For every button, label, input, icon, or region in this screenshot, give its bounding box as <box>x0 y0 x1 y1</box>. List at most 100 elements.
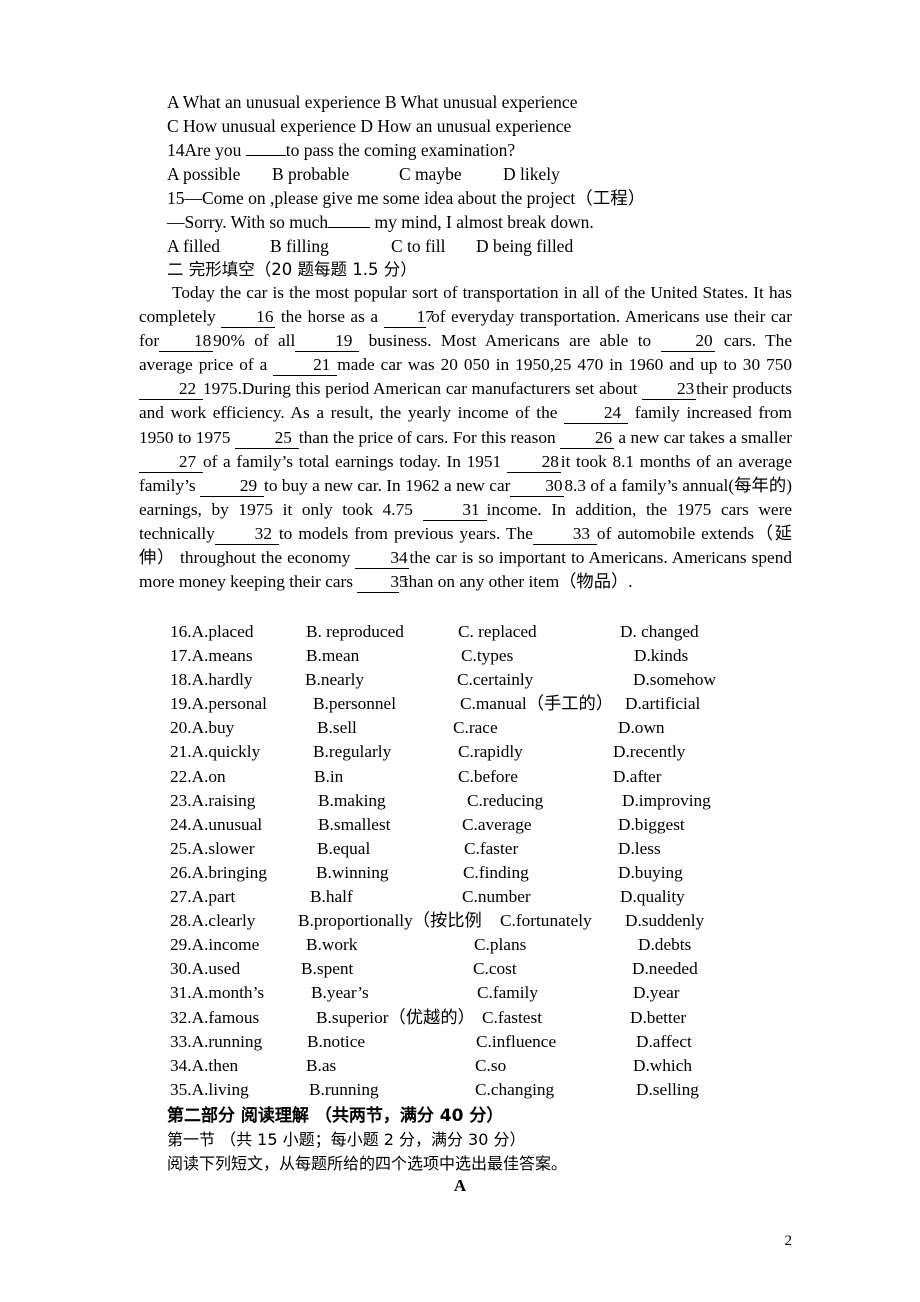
choice-22-d[interactable]: D.after <box>613 765 661 789</box>
choice-16-b[interactable]: B. reproduced <box>306 620 404 644</box>
blank-19[interactable]: 19 <box>295 331 360 353</box>
choice-20-c[interactable]: C.race <box>453 716 498 740</box>
choice-34-b[interactable]: B.as <box>306 1054 336 1078</box>
choice-21-b[interactable]: B.regularly <box>313 740 391 764</box>
choice-21-d[interactable]: D.recently <box>613 740 685 764</box>
choice-33-a[interactable]: 33.A.running <box>170 1030 262 1054</box>
choice-26-d[interactable]: D.buying <box>618 861 683 885</box>
choice-24-d[interactable]: D.biggest <box>618 813 685 837</box>
choice-27-a[interactable]: 27.A.part <box>170 885 235 909</box>
choice-25-a[interactable]: 25.A.slower <box>170 837 254 861</box>
q15-option-a[interactable]: A filled <box>167 234 220 258</box>
q14-answer-blank[interactable] <box>245 155 286 156</box>
choice-19-d[interactable]: D.artificial <box>625 692 700 716</box>
choice-31-a[interactable]: 31.A.month’s <box>170 981 264 1005</box>
blank-25[interactable]: 25 <box>234 428 299 449</box>
choice-34-d[interactable]: D.which <box>633 1054 692 1078</box>
choice-17-c[interactable]: C.types <box>461 644 513 668</box>
choice-19-b[interactable]: B.personnel <box>313 692 396 716</box>
choice-31-d[interactable]: D.year <box>633 981 680 1005</box>
choice-16-d[interactable]: D. changed <box>620 620 699 644</box>
q14-option-c[interactable]: C maybe <box>399 162 462 186</box>
choice-32-a[interactable]: 32.A.famous <box>170 1006 259 1030</box>
choice-22-c[interactable]: C.before <box>458 765 518 789</box>
choice-16-a[interactable]: 16.A.placed <box>170 620 254 644</box>
choice-20-b[interactable]: B.sell <box>317 716 357 740</box>
q15-option-b[interactable]: B filling <box>270 234 329 258</box>
choice-21-a[interactable]: 21.A.quickly <box>170 740 260 764</box>
choice-28-c[interactable]: C.fortunately <box>500 909 592 933</box>
choice-23-c[interactable]: C.reducing <box>467 789 543 813</box>
blank-29[interactable]: 29 <box>200 476 265 497</box>
blank-27[interactable]: 27 <box>139 452 203 473</box>
choice-27-b[interactable]: B.half <box>310 885 353 909</box>
choice-18-d[interactable]: D.somehow <box>633 668 716 692</box>
choice-22-b[interactable]: B.in <box>314 765 343 789</box>
choice-18-c[interactable]: C.certainly <box>457 668 533 692</box>
choice-17-a[interactable]: 17.A.means <box>170 644 253 668</box>
blank-35[interactable]: 35 <box>357 572 408 594</box>
choice-26-b[interactable]: B.winning <box>316 861 389 885</box>
choice-35-c[interactable]: C.changing <box>475 1078 554 1102</box>
choice-29-b[interactable]: B.work <box>306 933 357 957</box>
choice-17-d[interactable]: D.kinds <box>634 644 688 668</box>
choice-28-b[interactable]: B.proportionally（按比例 <box>298 909 482 933</box>
choice-27-c[interactable]: C.number <box>462 885 531 909</box>
blank-23[interactable]: 23 <box>642 379 697 401</box>
choice-33-b[interactable]: B.notice <box>307 1030 365 1054</box>
q15-answer-blank[interactable] <box>328 227 371 228</box>
q15-option-c[interactable]: C to fill <box>391 234 445 258</box>
choice-34-a[interactable]: 34.A.then <box>170 1054 238 1078</box>
blank-26[interactable]: 26 <box>560 428 614 449</box>
q14-option-a[interactable]: A possible <box>167 162 240 186</box>
choice-30-b[interactable]: B.spent <box>301 957 353 981</box>
choice-32-c[interactable]: C.fastest <box>482 1006 542 1030</box>
blank-28[interactable]: 28 <box>506 452 561 473</box>
choice-20-d[interactable]: D.own <box>618 716 665 740</box>
blank-16[interactable]: 16 <box>221 307 276 329</box>
choice-31-b[interactable]: B.year’s <box>311 981 369 1005</box>
choice-33-c[interactable]: C.influence <box>476 1030 556 1054</box>
choice-32-d[interactable]: D.better <box>630 1006 686 1030</box>
choice-23-a[interactable]: 23.A.raising <box>170 789 255 813</box>
blank-18[interactable]: 18 <box>159 331 214 353</box>
choice-33-d[interactable]: D.affect <box>636 1030 692 1054</box>
choice-28-d[interactable]: D.suddenly <box>625 909 704 933</box>
choice-35-a[interactable]: 35.A.living <box>170 1078 249 1102</box>
choice-30-d[interactable]: D.needed <box>632 957 698 981</box>
choice-20-a[interactable]: 20.A.buy <box>170 716 234 740</box>
choice-31-c[interactable]: C.family <box>477 981 538 1005</box>
blank-21[interactable]: 21 <box>273 355 338 377</box>
choice-19-a[interactable]: 19.A.personal <box>170 692 267 716</box>
choice-19-c[interactable]: C.manual（手工的） <box>460 692 613 716</box>
choice-26-a[interactable]: 26.A.bringing <box>170 861 267 885</box>
choice-23-d[interactable]: D.improving <box>622 789 711 813</box>
choice-29-d[interactable]: D.debts <box>638 933 691 957</box>
choice-24-a[interactable]: 24.A.unusual <box>170 813 262 837</box>
choice-25-b[interactable]: B.equal <box>317 837 370 861</box>
choice-35-d[interactable]: D.selling <box>636 1078 699 1102</box>
choice-29-a[interactable]: 29.A.income <box>170 933 259 957</box>
choice-23-b[interactable]: B.making <box>318 789 386 813</box>
choice-24-c[interactable]: C.average <box>462 813 532 837</box>
q15-option-d[interactable]: D being filled <box>476 234 573 258</box>
choice-21-c[interactable]: C.rapidly <box>458 740 523 764</box>
blank-33[interactable]: 33 <box>532 524 597 545</box>
blank-22[interactable]: 22 <box>139 379 203 401</box>
choice-16-c[interactable]: C. replaced <box>458 620 537 644</box>
choice-25-c[interactable]: C.faster <box>464 837 518 861</box>
blank-32[interactable]: 32 <box>214 524 279 545</box>
choice-30-c[interactable]: C.cost <box>473 957 517 981</box>
choice-35-b[interactable]: B.running <box>309 1078 379 1102</box>
choice-17-b[interactable]: B.mean <box>306 644 359 668</box>
choice-18-a[interactable]: 18.A.hardly <box>170 668 253 692</box>
choice-34-c[interactable]: C.so <box>475 1054 506 1078</box>
blank-24[interactable]: 24 <box>564 403 629 425</box>
blank-34[interactable]: 34 <box>355 548 410 570</box>
blank-17[interactable]: 17 <box>383 307 434 329</box>
choice-18-b[interactable]: B.nearly <box>305 668 364 692</box>
q14-option-d[interactable]: D likely <box>503 162 560 186</box>
blank-31[interactable]: 31 <box>422 500 487 521</box>
choice-22-a[interactable]: 22.A.on <box>170 765 226 789</box>
choice-29-c[interactable]: C.plans <box>474 933 526 957</box>
